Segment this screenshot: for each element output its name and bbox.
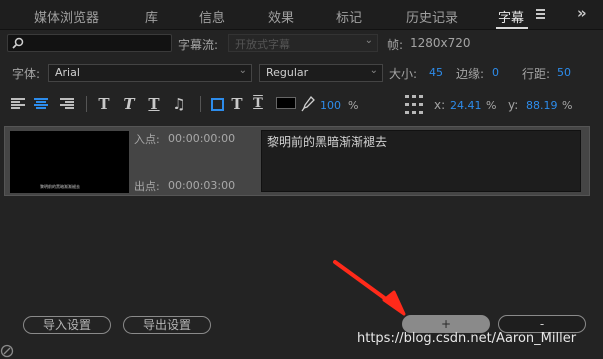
toolbar-divider xyxy=(200,96,201,112)
x-unit: % xyxy=(486,99,497,112)
import-settings-button[interactable]: 导入设置 xyxy=(23,316,111,334)
music-note-icon[interactable]: ♫ xyxy=(171,96,187,112)
caption-stream-value: 开放式字幕 xyxy=(235,38,290,51)
underline-icon[interactable]: T xyxy=(147,96,161,112)
italic-icon[interactable]: T xyxy=(122,96,136,112)
search-icon xyxy=(12,37,24,49)
tab-markers[interactable]: 标记 xyxy=(336,7,362,26)
out-point-time[interactable]: 00:00:03:00 xyxy=(168,179,235,192)
line-spacing-label: 行距: xyxy=(522,67,551,81)
opacity-value[interactable]: 100 xyxy=(320,99,341,112)
align-center-icon[interactable] xyxy=(34,98,48,110)
tab-media-browser[interactable]: 媒体浏览器 xyxy=(34,7,99,26)
text-outline-icon[interactable]: T xyxy=(250,96,266,112)
export-settings-button[interactable]: 导出设置 xyxy=(123,316,211,334)
align-left-icon[interactable] xyxy=(11,98,25,110)
align-right-icon[interactable] xyxy=(60,98,74,110)
tab-captions[interactable]: 字幕 xyxy=(498,7,524,26)
tab-library[interactable]: 库 xyxy=(145,7,158,26)
caption-thumbnail: 黎明前的黑暗渐渐褪去 xyxy=(10,131,129,193)
font-family-select[interactable]: Arial ⌄ xyxy=(48,64,252,82)
search-input[interactable] xyxy=(7,34,172,52)
eyedropper-icon[interactable] xyxy=(301,96,315,112)
bold-icon[interactable]: T xyxy=(97,96,111,112)
panel-tab-bar: 媒体浏览器 库 信息 效果 标记 历史记录 字幕 » xyxy=(0,0,603,30)
panel-resize-icon[interactable] xyxy=(0,344,14,358)
font-style-select[interactable]: Regular ⌄ xyxy=(259,64,383,82)
caption-stream-label: 字幕流: xyxy=(178,38,219,52)
font-label: 字体: xyxy=(12,67,41,81)
edge-label: 边缘: xyxy=(456,67,485,81)
opacity-unit: % xyxy=(348,99,359,112)
font-size-value[interactable]: 45 xyxy=(429,66,443,79)
text-color-icon[interactable]: T xyxy=(230,96,244,112)
chevron-down-icon: ⌄ xyxy=(364,35,373,46)
frame-label: 帧: xyxy=(387,38,404,52)
font-family-value: Arial xyxy=(55,66,80,79)
frame-size-value: 1280x720 xyxy=(410,36,471,50)
tab-info[interactable]: 信息 xyxy=(199,7,225,26)
watermark: https://blog.csdn.net/Aaron_Miller xyxy=(357,331,577,346)
in-point-label: 入点: xyxy=(134,133,160,146)
x-position-value[interactable]: 24.41 xyxy=(450,99,482,112)
y-position-value[interactable]: 88.19 xyxy=(526,99,558,112)
caption-text-field[interactable]: 黎明前的黑暗渐渐褪去 xyxy=(261,130,581,192)
position-grid-icon[interactable] xyxy=(404,94,424,116)
font-size-label: 大小: xyxy=(389,67,418,81)
color-swatch[interactable] xyxy=(276,97,296,109)
chevron-down-icon: ⌄ xyxy=(369,65,378,76)
active-tab-indicator xyxy=(496,27,528,29)
y-label: y: xyxy=(508,98,519,112)
panel-menu-icon[interactable] xyxy=(534,6,548,22)
thumbnail-caption-text: 黎明前的黑暗渐渐褪去 xyxy=(40,184,80,189)
background-box-icon[interactable] xyxy=(211,98,224,111)
caption-list-item[interactable]: 黎明前的黑暗渐渐褪去 入点: 00:00:00:00 出点: 00:00:03:… xyxy=(4,126,590,196)
tab-effects[interactable]: 效果 xyxy=(268,7,294,26)
out-point-label: 出点: xyxy=(134,180,160,193)
in-point-time[interactable]: 00:00:00:00 xyxy=(168,132,235,145)
chevron-down-icon: ⌄ xyxy=(238,65,247,76)
y-unit: % xyxy=(562,99,573,112)
tab-history[interactable]: 历史记录 xyxy=(406,7,458,26)
font-style-value: Regular xyxy=(266,66,309,79)
caption-stream-select: 开放式字幕 ⌄ xyxy=(228,34,378,52)
overflow-chevron-icon[interactable]: » xyxy=(577,4,587,22)
x-label: x: xyxy=(434,98,446,112)
line-spacing-value[interactable]: 50 xyxy=(557,66,571,79)
edge-value[interactable]: 0 xyxy=(492,66,499,79)
toolbar-divider xyxy=(86,96,87,112)
